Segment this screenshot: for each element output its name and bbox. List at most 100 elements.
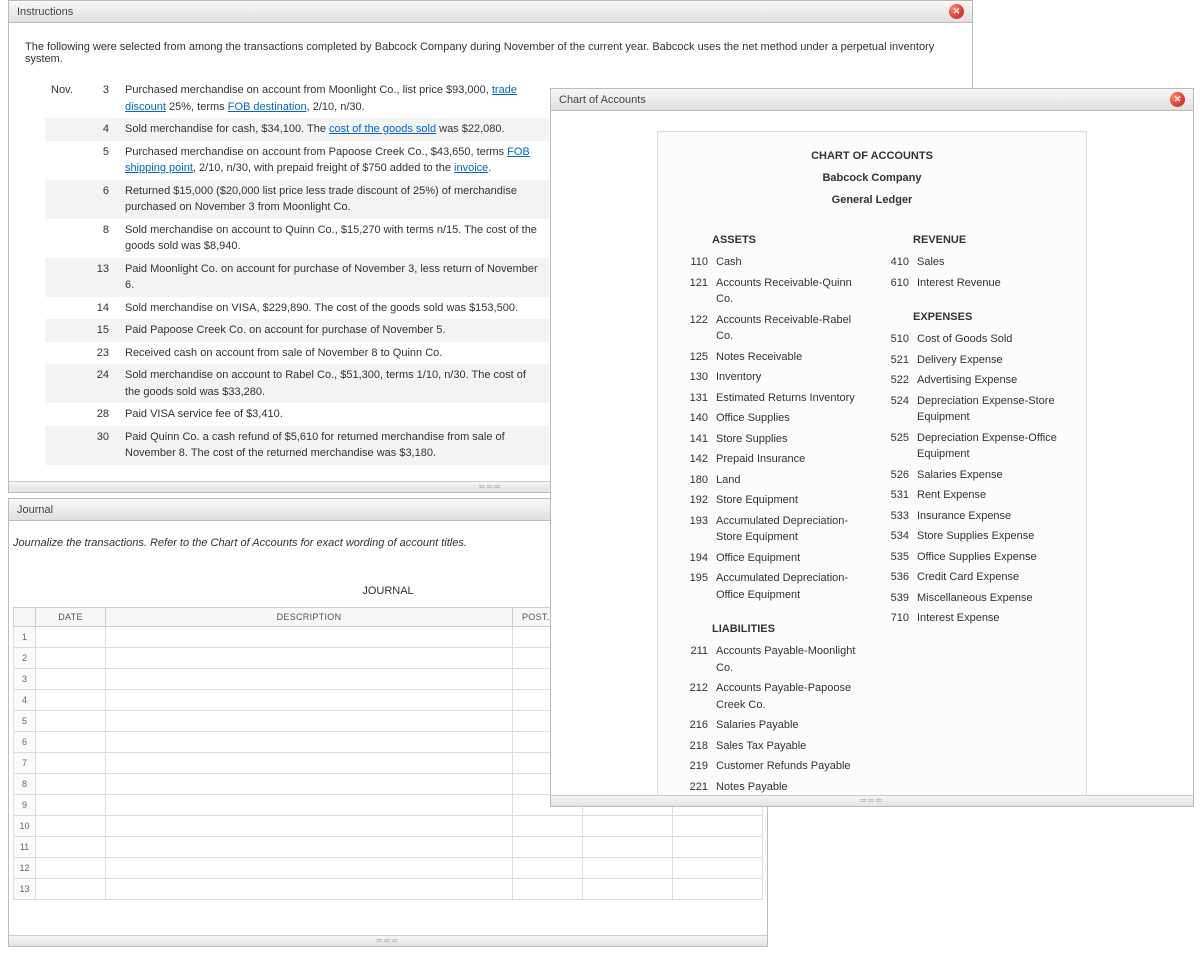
account-name: Credit Card Expense — [917, 569, 1058, 586]
account-number: 125 — [686, 349, 708, 366]
journal-cell-date[interactable] — [36, 711, 106, 732]
journal-title: Journal — [17, 504, 53, 516]
row-number: 2 — [14, 648, 36, 669]
account-number: 510 — [887, 331, 909, 348]
tx-day: 28 — [89, 403, 119, 426]
transactions-table: Nov.3Purchased merchandise on account fr… — [45, 79, 549, 465]
chart-heading: CHART OF ACCOUNTS — [686, 150, 1058, 162]
account-name: Office Equipment — [716, 550, 857, 567]
account-number: 216 — [686, 717, 708, 734]
transaction-row: 14Sold merchandise on VISA, $229,890. Th… — [45, 297, 549, 320]
tx-day: 3 — [89, 79, 119, 118]
account-number: 534 — [887, 528, 909, 545]
journal-cell-post[interactable] — [513, 858, 583, 879]
account-number: 536 — [887, 569, 909, 586]
chart-title: Chart of Accounts — [559, 94, 646, 106]
journal-cell-date[interactable] — [36, 879, 106, 900]
account-number: 610 — [887, 275, 909, 292]
journal-cell-credit[interactable] — [673, 816, 763, 837]
row-number: 5 — [14, 711, 36, 732]
account-name: Accounts Payable-Moonlight Co. — [716, 643, 857, 676]
account-number: 525 — [887, 430, 909, 463]
instructions-title: Instructions — [17, 6, 73, 18]
journal-cell-date[interactable] — [36, 816, 106, 837]
journal-cell-desc[interactable] — [106, 753, 513, 774]
glossary-link[interactable]: invoice — [454, 162, 488, 174]
journal-cell-date[interactable] — [36, 837, 106, 858]
liabilities-label: LIABILITIES — [712, 623, 857, 635]
chart-header[interactable]: Chart of Accounts ✕ — [551, 89, 1193, 111]
account-name: Miscellaneous Expense — [917, 590, 1058, 607]
account-row: 212Accounts Payable-Papoose Creek Co. — [686, 678, 857, 715]
journal-cell-desc[interactable] — [106, 774, 513, 795]
journal-cell-post[interactable] — [513, 879, 583, 900]
journal-cell-post[interactable] — [513, 837, 583, 858]
journal-cell-credit[interactable] — [673, 879, 763, 900]
journal-cell-credit[interactable] — [673, 858, 763, 879]
account-row: 610Interest Revenue — [887, 273, 1058, 294]
revenue-label: REVENUE — [913, 234, 1058, 246]
tx-description: Returned $15,000 ($20,000 list price les… — [119, 180, 549, 219]
glossary-link[interactable]: trade discount — [125, 84, 517, 113]
journal-cell-date[interactable] — [36, 795, 106, 816]
account-number: 218 — [686, 738, 708, 755]
account-row: 141Store Supplies — [686, 429, 857, 450]
journal-cell-date[interactable] — [36, 774, 106, 795]
account-number: 121 — [686, 275, 708, 308]
tx-description: Sold merchandise on account to Quinn Co.… — [119, 219, 549, 258]
instructions-header[interactable]: Instructions ✕ — [9, 1, 972, 23]
journal-cell-desc[interactable] — [106, 711, 513, 732]
chart-body: CHART OF ACCOUNTS Babcock Company Genera… — [551, 111, 1193, 795]
account-number: 122 — [686, 312, 708, 345]
journal-cell-desc[interactable] — [106, 858, 513, 879]
journal-cell-date[interactable] — [36, 690, 106, 711]
transaction-row: 24Sold merchandise on account to Rabel C… — [45, 364, 549, 403]
account-row: 535Office Supplies Expense — [887, 547, 1058, 568]
chart-of-accounts-panel: Chart of Accounts ✕ CHART OF ACCOUNTS Ba… — [550, 88, 1194, 807]
account-number: 710 — [887, 610, 909, 627]
journal-cell-debit[interactable] — [583, 816, 673, 837]
row-number: 4 — [14, 690, 36, 711]
resize-handle[interactable]: ═══ — [9, 935, 767, 946]
account-row: 193Accumulated Depreciation-Store Equipm… — [686, 511, 857, 548]
transaction-row: 30Paid Quinn Co. a cash refund of $5,610… — [45, 426, 549, 465]
journal-cell-debit[interactable] — [583, 879, 673, 900]
journal-cell-debit[interactable] — [583, 858, 673, 879]
journal-cell-date[interactable] — [36, 732, 106, 753]
glossary-link[interactable]: FOB destination — [228, 101, 307, 113]
journal-cell-date[interactable] — [36, 753, 106, 774]
close-icon[interactable]: ✕ — [1170, 92, 1185, 107]
account-row: 140Office Supplies — [686, 408, 857, 429]
account-row: 221Notes Payable — [686, 777, 857, 796]
journal-cell-date[interactable] — [36, 627, 106, 648]
tx-description: Purchased merchandise on account from Mo… — [119, 79, 549, 118]
account-row: 211Accounts Payable-Moonlight Co. — [686, 641, 857, 678]
account-number: 141 — [686, 431, 708, 448]
journal-cell-desc[interactable] — [106, 837, 513, 858]
journal-cell-desc[interactable] — [106, 669, 513, 690]
journal-cell-date[interactable] — [36, 858, 106, 879]
journal-cell-desc[interactable] — [106, 795, 513, 816]
journal-cell-post[interactable] — [513, 816, 583, 837]
close-icon[interactable]: ✕ — [949, 4, 964, 19]
journal-cell-desc[interactable] — [106, 648, 513, 669]
journal-cell-desc[interactable] — [106, 732, 513, 753]
tx-month — [45, 319, 89, 342]
resize-handle[interactable]: ═══ — [551, 795, 1193, 806]
journal-cell-desc[interactable] — [106, 816, 513, 837]
account-row: 130Inventory — [686, 367, 857, 388]
journal-cell-date[interactable] — [36, 669, 106, 690]
account-number: 410 — [887, 254, 909, 271]
journal-row: 13 — [14, 879, 763, 900]
transaction-row: 8Sold merchandise on account to Quinn Co… — [45, 219, 549, 258]
glossary-link[interactable]: cost of the goods sold — [329, 123, 436, 135]
journal-cell-date[interactable] — [36, 648, 106, 669]
journal-cell-credit[interactable] — [673, 837, 763, 858]
journal-row: 11 — [14, 837, 763, 858]
journal-cell-desc[interactable] — [106, 627, 513, 648]
journal-cell-desc[interactable] — [106, 690, 513, 711]
journal-cell-debit[interactable] — [583, 837, 673, 858]
journal-cell-desc[interactable] — [106, 879, 513, 900]
row-number: 1 — [14, 627, 36, 648]
account-name: Inventory — [716, 369, 857, 386]
